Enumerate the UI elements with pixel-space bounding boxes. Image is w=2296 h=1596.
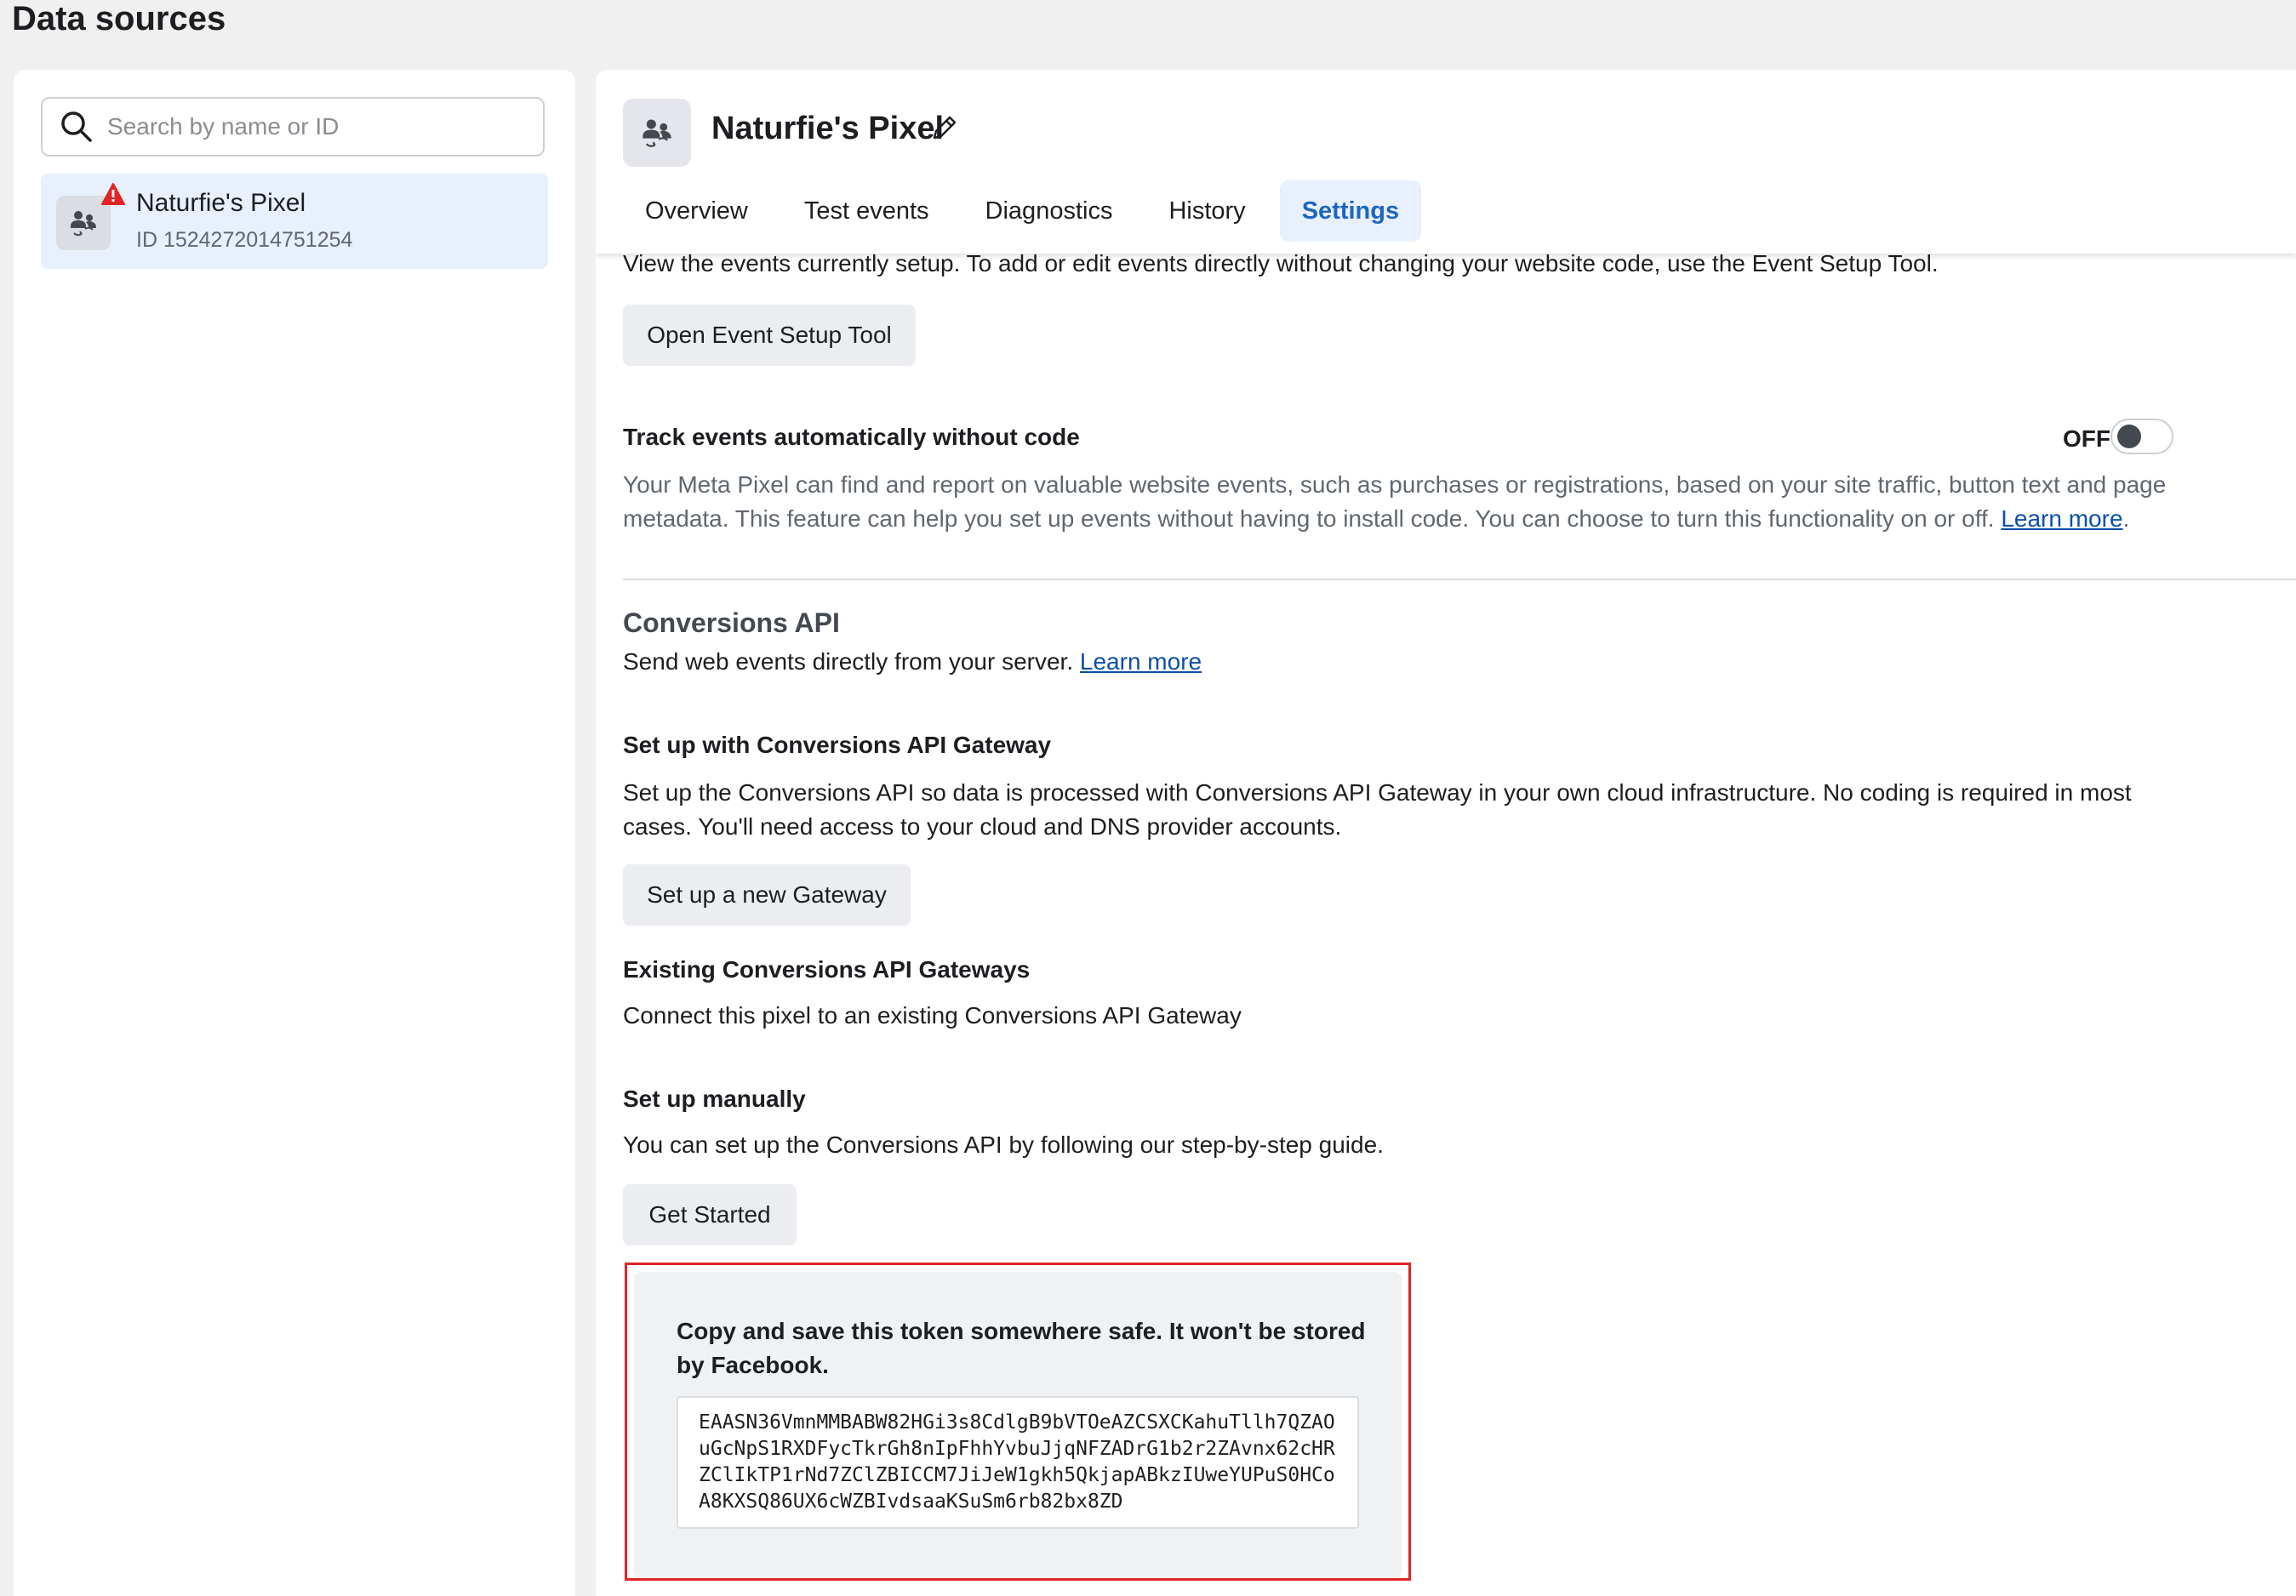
access-token-panel: Copy and save this token somewhere safe.… — [634, 1272, 1402, 1578]
tab-test-events[interactable]: Test events — [782, 180, 951, 242]
page-title: Data sources — [12, 0, 226, 37]
auto-track-heading: Track events automatically without code — [623, 424, 1080, 450]
pixel-avatar-large — [623, 99, 691, 167]
toggle-knob — [2117, 425, 2141, 448]
event-setup-description: View the events currently setup. To add … — [623, 250, 1939, 276]
pixel-detail-panel: Naturfie's Pixel Overview Test events Di… — [596, 70, 2296, 1596]
edit-pencil-icon[interactable] — [929, 114, 958, 143]
tab-overview[interactable]: Overview — [623, 180, 770, 242]
auto-track-toggle-label: OFF — [2063, 425, 2110, 452]
manual-setup-heading: Set up manually — [623, 1086, 806, 1112]
tab-history[interactable]: History — [1146, 180, 1267, 242]
auto-track-description: Your Meta Pixel can find and report on v… — [623, 471, 2167, 532]
data-source-item-selected[interactable]: Naturfie's Pixel ID 1524272014751254 — [41, 174, 548, 269]
tab-settings[interactable]: Settings — [1279, 180, 1422, 242]
data-source-list-panel: Naturfie's Pixel ID 1524272014751254 — [14, 70, 575, 1596]
data-source-id: ID 1524272014751254 — [136, 228, 353, 252]
open-event-setup-tool-button[interactable]: Open Event Setup Tool — [623, 305, 916, 366]
conversions-api-learn-more-link[interactable]: Learn more — [1080, 648, 1202, 675]
tab-bar: Overview Test events Diagnostics History… — [623, 180, 1433, 242]
warning-icon — [101, 183, 125, 205]
pixel-name-title: Naturfie's Pixel — [711, 111, 945, 146]
pixel-header: Naturfie's Pixel Overview Test events Di… — [596, 70, 2296, 254]
existing-gateways-description: Connect this pixel to an existing Conver… — [623, 1002, 1242, 1029]
get-started-button[interactable]: Get Started — [623, 1184, 797, 1245]
search-input[interactable] — [106, 112, 517, 141]
manual-setup-description: You can set up the Conversions API by fo… — [623, 1131, 1384, 1158]
gateway-heading: Set up with Conversions API Gateway — [623, 732, 1052, 758]
token-highlight-frame: Copy and save this token somewhere safe.… — [625, 1263, 1411, 1581]
search-icon — [61, 111, 92, 142]
setup-new-gateway-button[interactable]: Set up a new Gateway — [623, 864, 911, 926]
pixel-people-icon — [643, 119, 671, 147]
existing-gateways-heading: Existing Conversions API Gateways — [623, 956, 1031, 983]
auto-track-learn-more-link[interactable]: Learn more — [2001, 505, 2122, 532]
search-box[interactable] — [41, 97, 545, 157]
token-warning-message: Copy and save this token somewhere safe.… — [677, 1318, 1366, 1378]
auto-track-toggle[interactable] — [2110, 419, 2173, 454]
conversions-api-title: Conversions API — [623, 607, 840, 638]
pixel-people-icon — [71, 211, 96, 237]
access-token-field[interactable]: EAASN36VmnMMBABW82HGi3s8CdlgB9bVTOeAZCSX… — [677, 1396, 1359, 1529]
conversions-api-description: Send web events directly from your serve… — [623, 648, 1202, 675]
tab-diagnostics[interactable]: Diagnostics — [963, 180, 1135, 242]
gateway-description: Set up the Conversions API so data is pr… — [623, 779, 2132, 840]
data-source-name: Naturfie's Pixel — [136, 189, 306, 217]
section-divider — [623, 579, 2296, 580]
